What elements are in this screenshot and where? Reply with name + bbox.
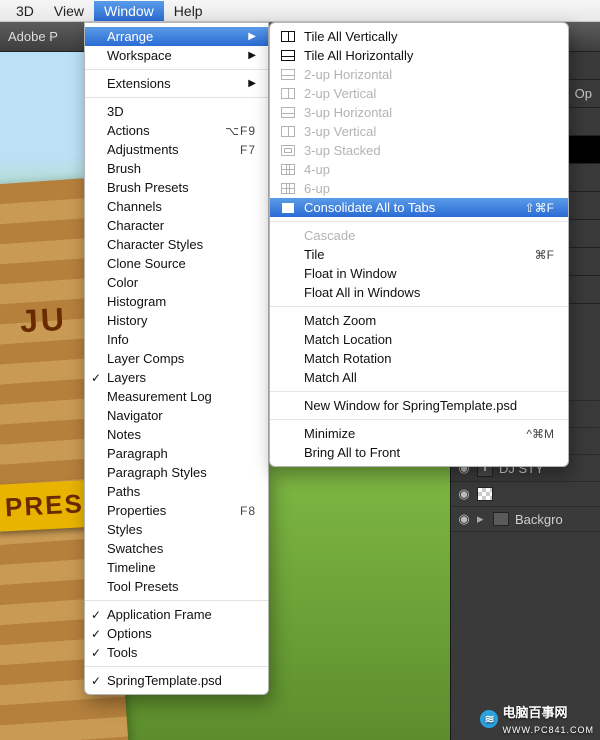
- menu-item-layer-comps[interactable]: Layer Comps: [85, 349, 268, 368]
- menu-item-new-window[interactable]: New Window for SpringTemplate.psd: [270, 396, 568, 415]
- menu-item-brush-presets[interactable]: Brush Presets: [85, 178, 268, 197]
- check-icon: ✓: [91, 646, 101, 660]
- mac-menubar: 3D View Window Help: [0, 0, 600, 22]
- menu-item-color[interactable]: Color: [85, 273, 268, 292]
- menu-item-minimize[interactable]: Minimize^⌘M: [270, 424, 568, 443]
- watermark-url: WWW.PC841.COM: [502, 725, 594, 735]
- menu-item-6up: 6-up: [270, 179, 568, 198]
- tile-3h-icon: [281, 107, 295, 118]
- submenu-arrow-icon: ▶: [248, 31, 256, 42]
- menu-item-tile-all-vertically[interactable]: Tile All Vertically: [270, 27, 568, 46]
- menu-item-brush[interactable]: Brush: [85, 159, 268, 178]
- menu-item-navigator[interactable]: Navigator: [85, 406, 268, 425]
- menu-item-timeline[interactable]: Timeline: [85, 558, 268, 577]
- menu-item-float-all[interactable]: Float All in Windows: [270, 283, 568, 302]
- menu-item-character-styles[interactable]: Character Styles: [85, 235, 268, 254]
- menu-view[interactable]: View: [44, 1, 94, 21]
- tile-2v-icon: [281, 88, 295, 99]
- eye-icon[interactable]: ◉: [457, 486, 471, 502]
- app-title: Adobe P: [8, 29, 58, 44]
- consolidate-icon: [282, 203, 294, 213]
- menu-item-extensions[interactable]: Extensions▶: [85, 74, 268, 93]
- menu-item-tile[interactable]: Tile⌘F: [270, 245, 568, 264]
- menu-window[interactable]: Window: [94, 1, 164, 21]
- pixel-layer-icon: [477, 487, 493, 501]
- layer-name: [499, 487, 594, 502]
- menu-item-match-zoom[interactable]: Match Zoom: [270, 311, 568, 330]
- menu-item-3up-vertical: 3-up Vertical: [270, 122, 568, 141]
- tile-2h-icon: [281, 69, 295, 80]
- menu-item-channels[interactable]: Channels: [85, 197, 268, 216]
- folder-icon: [493, 512, 509, 526]
- menu-item-histogram[interactable]: Histogram: [85, 292, 268, 311]
- menu-item-character[interactable]: Character: [85, 216, 268, 235]
- tile-vertical-icon: [281, 31, 295, 42]
- menu-item-paragraph[interactable]: Paragraph: [85, 444, 268, 463]
- check-icon: ✓: [91, 627, 101, 641]
- menu-item-document[interactable]: ✓SpringTemplate.psd: [85, 671, 268, 690]
- menu-item-tools[interactable]: ✓Tools: [85, 643, 268, 662]
- menu-item-paths[interactable]: Paths: [85, 482, 268, 501]
- watermark-name: 电脑百事网: [502, 705, 567, 720]
- submenu-arrow-icon: ▶: [248, 78, 256, 89]
- menu-item-application-frame[interactable]: ✓Application Frame: [85, 605, 268, 624]
- menu-item-actions[interactable]: Actions⌥F9: [85, 121, 268, 140]
- menu-item-tile-all-horizontally[interactable]: Tile All Horizontally: [270, 46, 568, 65]
- menu-item-2up-horizontal: 2-up Horizontal: [270, 65, 568, 84]
- menu-item-consolidate-tabs[interactable]: Consolidate All to Tabs⇧⌘F: [270, 198, 568, 217]
- watermark-badge-icon: ≋: [480, 710, 498, 728]
- menu-item-4up: 4-up: [270, 160, 568, 179]
- menu-item-properties[interactable]: PropertiesF8: [85, 501, 268, 520]
- menu-item-swatches[interactable]: Swatches: [85, 539, 268, 558]
- menu-item-3d[interactable]: 3D: [85, 102, 268, 121]
- disclosure-icon[interactable]: ▸: [477, 511, 487, 527]
- menu-item-tool-presets[interactable]: Tool Presets: [85, 577, 268, 596]
- tile-6-icon: [281, 183, 295, 194]
- menu-item-2up-vertical: 2-up Vertical: [270, 84, 568, 103]
- menu-item-match-all[interactable]: Match All: [270, 368, 568, 387]
- menu-item-float-window[interactable]: Float in Window: [270, 264, 568, 283]
- menu-help[interactable]: Help: [164, 1, 213, 21]
- layer-name: Backgro: [515, 512, 594, 527]
- menu-item-3up-stacked: 3-up Stacked: [270, 141, 568, 160]
- tile-3v-icon: [281, 126, 295, 137]
- menu-3d[interactable]: 3D: [6, 1, 44, 21]
- menu-item-adjustments[interactable]: AdjustmentsF7: [85, 140, 268, 159]
- menu-item-cascade: Cascade: [270, 226, 568, 245]
- check-icon: ✓: [91, 371, 101, 385]
- check-icon: ✓: [91, 608, 101, 622]
- menu-item-3up-horizontal: 3-up Horizontal: [270, 103, 568, 122]
- menu-item-measurement-log[interactable]: Measurement Log: [85, 387, 268, 406]
- menu-item-info[interactable]: Info: [85, 330, 268, 349]
- menu-item-layers[interactable]: ✓Layers: [85, 368, 268, 387]
- watermark: ≋ 电脑百事网 WWW.PC841.COM: [480, 702, 594, 736]
- tile-3s-icon: [281, 145, 295, 156]
- menu-item-bring-all-front[interactable]: Bring All to Front: [270, 443, 568, 462]
- menu-item-workspace[interactable]: Workspace▶: [85, 46, 268, 65]
- arrange-submenu: Tile All Vertically Tile All Horizontall…: [269, 22, 569, 467]
- submenu-arrow-icon: ▶: [248, 50, 256, 61]
- menu-item-match-rotation[interactable]: Match Rotation: [270, 349, 568, 368]
- window-menu-dropdown: Arrange▶ Workspace▶ Extensions▶ 3D Actio…: [84, 22, 269, 695]
- opacity-label: Op: [575, 86, 592, 101]
- menu-item-options[interactable]: ✓Options: [85, 624, 268, 643]
- eye-icon[interactable]: ◉: [457, 511, 471, 527]
- check-icon: ✓: [91, 674, 101, 688]
- tile-4-icon: [281, 164, 295, 175]
- menu-item-match-location[interactable]: Match Location: [270, 330, 568, 349]
- menu-item-history[interactable]: History: [85, 311, 268, 330]
- layer-row[interactable]: ◉: [451, 482, 600, 507]
- menu-item-styles[interactable]: Styles: [85, 520, 268, 539]
- tile-horizontal-icon: [281, 50, 295, 61]
- menu-item-paragraph-styles[interactable]: Paragraph Styles: [85, 463, 268, 482]
- menu-item-arrange[interactable]: Arrange▶: [85, 27, 268, 46]
- menu-item-clone-source[interactable]: Clone Source: [85, 254, 268, 273]
- layer-row[interactable]: ◉ ▸ Backgro: [451, 507, 600, 532]
- canvas-text-ju: JU: [19, 301, 68, 340]
- menu-item-notes[interactable]: Notes: [85, 425, 268, 444]
